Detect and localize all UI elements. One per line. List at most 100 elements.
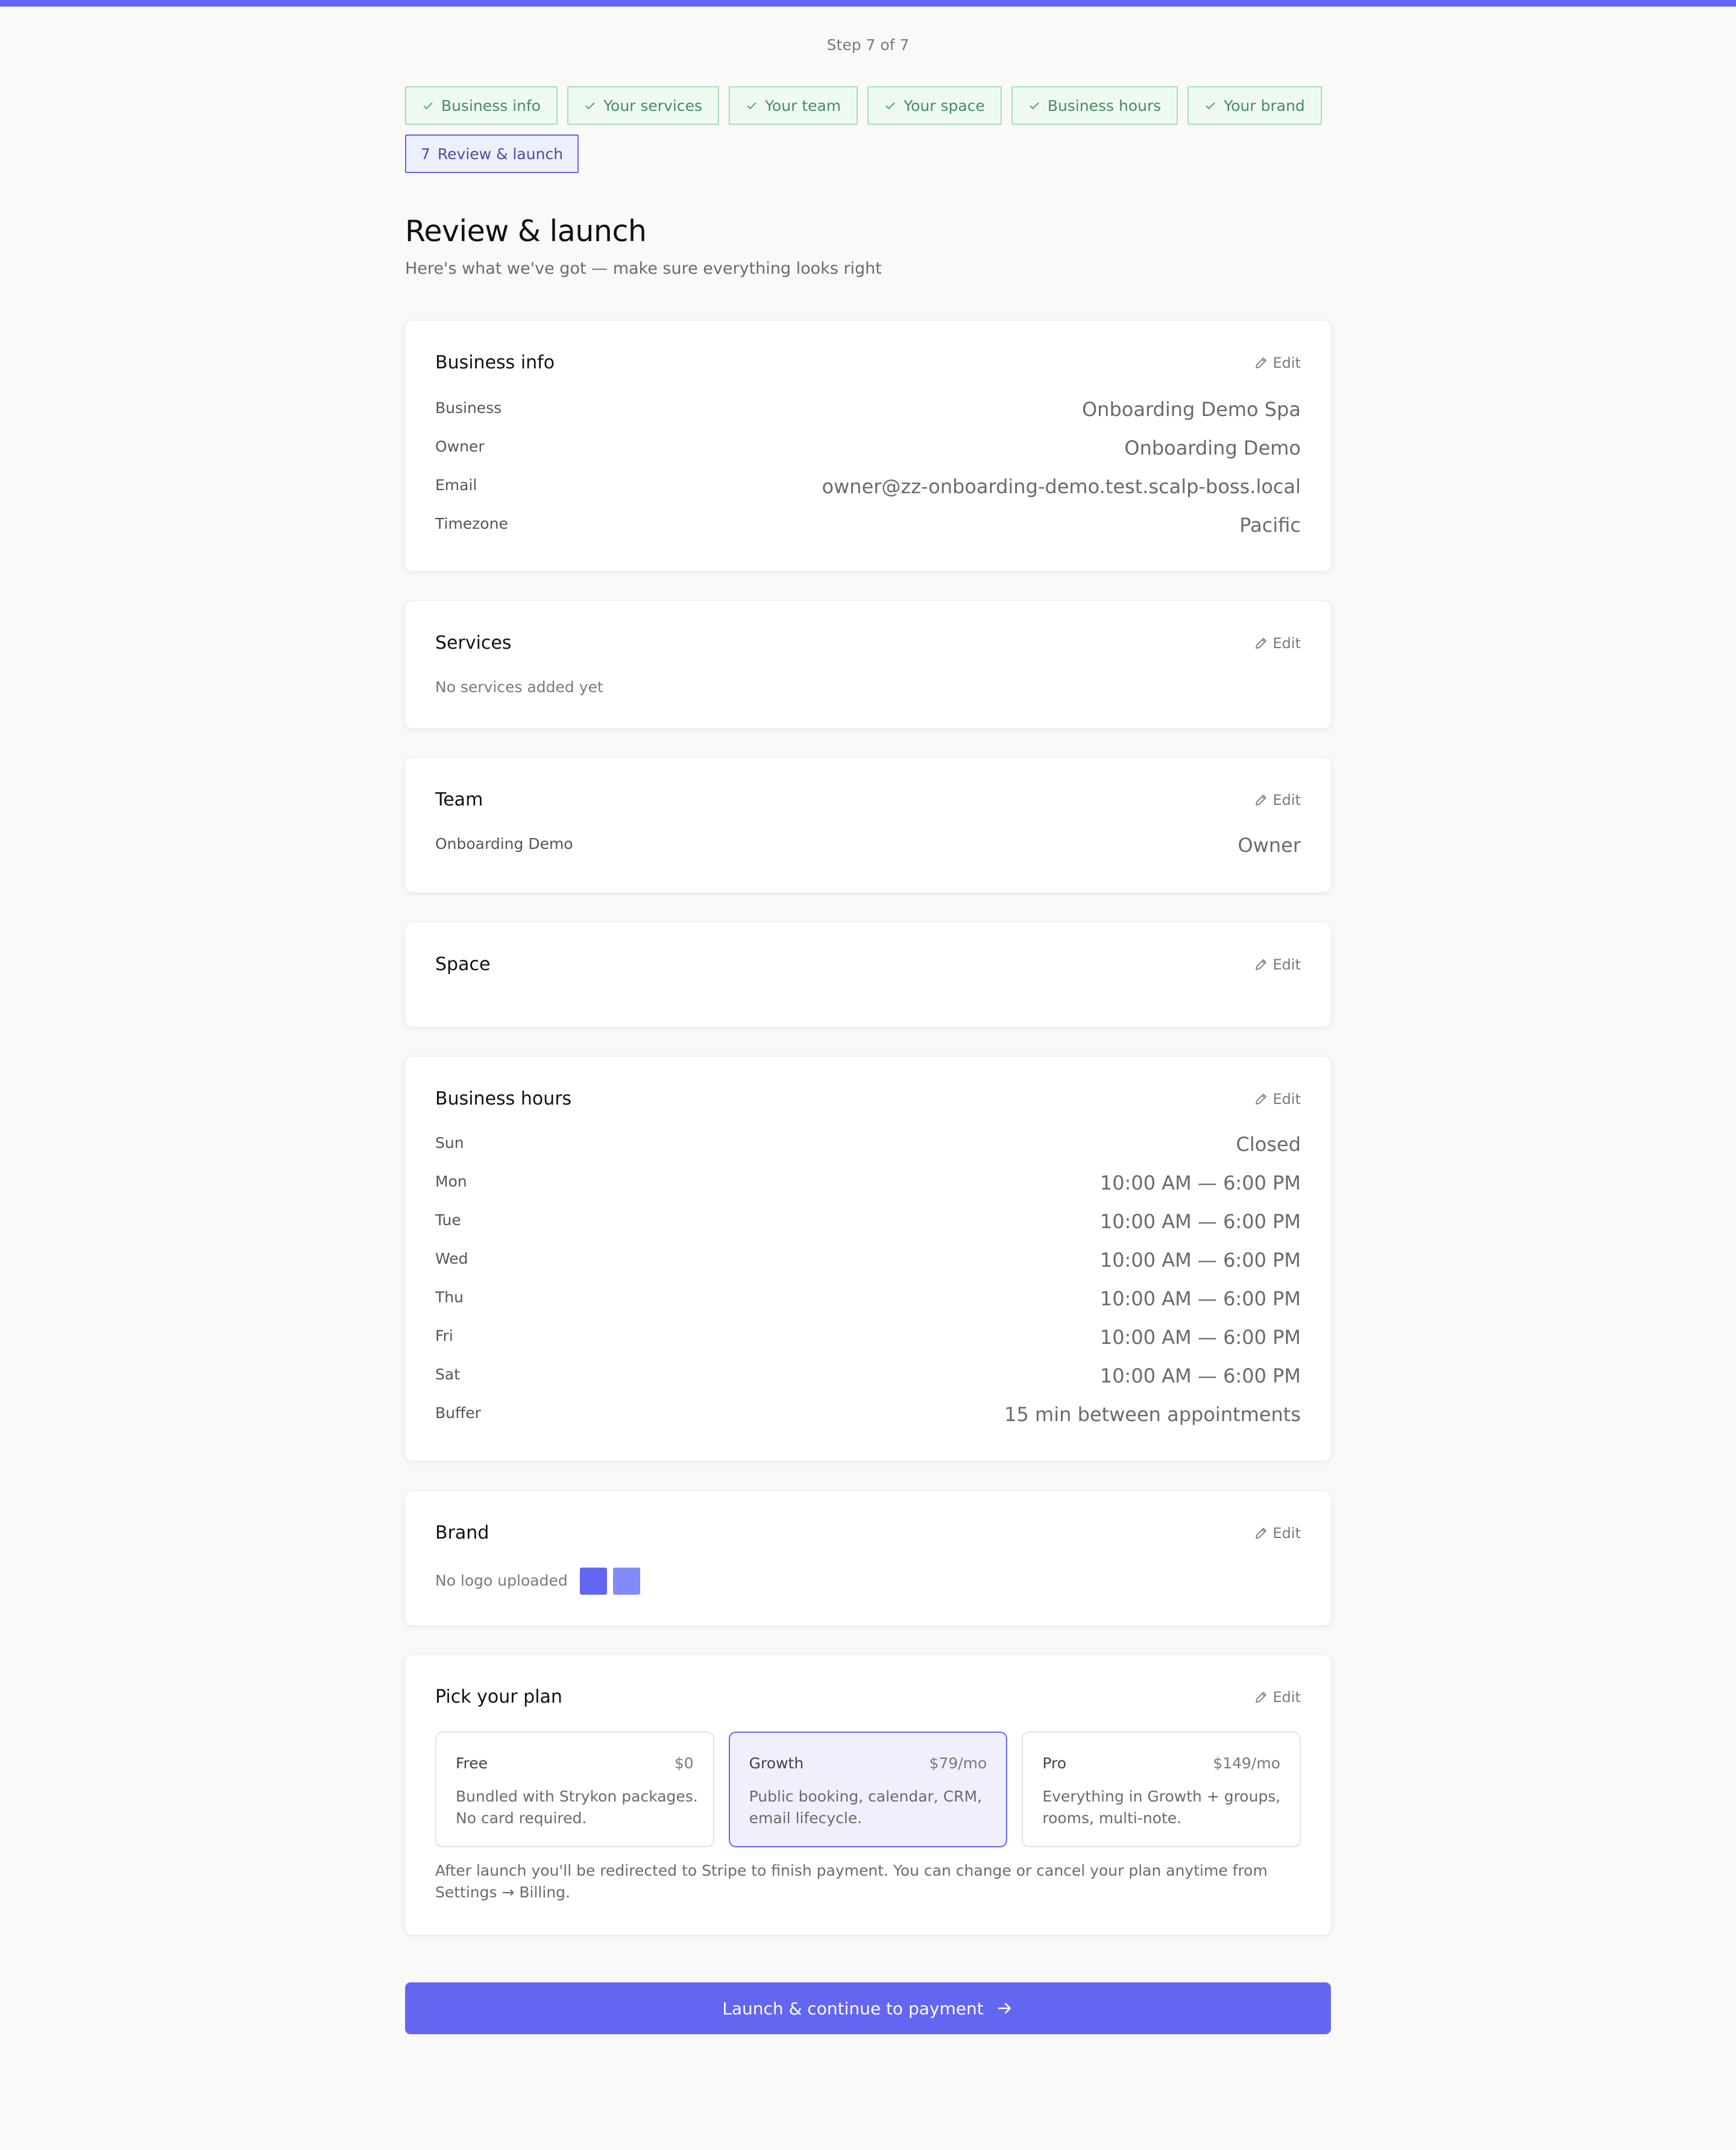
plan-option-free[interactable]: Free $0 Bundled with Strykon packages. N… (435, 1732, 714, 1847)
row-label: Wed (435, 1250, 468, 1267)
card-title: Pick your plan (435, 1686, 562, 1707)
row-label: Business (435, 399, 502, 417)
step-counter: Step 7 of 7 (826, 36, 910, 54)
row-value: 10:00 AM — 6:00 PM (1099, 1249, 1301, 1272)
row-label: Email (435, 476, 477, 494)
edit-label: Edit (1272, 635, 1301, 652)
plan-description: Everything in Growth + groups, rooms, mu… (1042, 1788, 1281, 1827)
services-card: Services Edit No services added yet (405, 601, 1331, 728)
row-value: Onboarding Demo Spa (1081, 398, 1301, 421)
plan-option-growth[interactable]: Growth $79/mo Public booking, calendar, … (728, 1732, 1008, 1847)
step-label: Your services (603, 96, 702, 115)
pencil-icon (1255, 638, 1266, 649)
no-logo-text: No logo uploaded (435, 1572, 568, 1589)
edit-business-hours-button[interactable]: Edit (1254, 1091, 1301, 1108)
edit-label: Edit (1272, 1091, 1301, 1108)
row-value: Onboarding Demo (1124, 437, 1301, 459)
row-label: Buffer (435, 1404, 481, 1422)
row-label: Sun (435, 1134, 464, 1152)
pencil-icon (1255, 1692, 1266, 1703)
step-business-hours[interactable]: Business hours (1011, 86, 1178, 125)
team-member-role: Owner (1238, 834, 1301, 857)
edit-label: Edit (1272, 956, 1301, 973)
pencil-icon (1255, 1094, 1266, 1105)
brand-primary-color-swatch (580, 1568, 607, 1595)
plan-price: $79/mo (929, 1754, 987, 1772)
plan-option-pro[interactable]: Pro $149/mo Everything in Growth + group… (1022, 1732, 1301, 1847)
plan-card: Pick your plan Edit Free $0 Bundled with… (405, 1655, 1331, 1935)
card-title: Business hours (435, 1088, 572, 1109)
row-value: 15 min between appointments (1004, 1403, 1301, 1426)
edit-label: Edit (1272, 1689, 1301, 1706)
plan-price: $149/mo (1213, 1754, 1281, 1772)
business-info-card: Business info Edit Business Onboarding D… (405, 321, 1331, 571)
row-label: Timezone (435, 515, 508, 532)
step-your-services[interactable]: Your services (567, 86, 719, 125)
row-label: Owner (435, 438, 485, 455)
row-value: owner@zz-onboarding-demo.test.scalp-boss… (822, 475, 1301, 498)
plan-note: After launch you'll be redirected to Str… (435, 1862, 1268, 1901)
check-icon (585, 102, 595, 110)
card-title: Team (435, 789, 483, 810)
plan-description: Bundled with Strykon packages. No card r… (456, 1788, 698, 1827)
step-label: Your space (904, 96, 985, 115)
row-value: 10:00 AM — 6:00 PM (1099, 1210, 1301, 1233)
business-hours-card: Business hours Edit Sun Closed Mon 10:00… (405, 1057, 1331, 1461)
pencil-icon (1255, 795, 1266, 805)
row-value: Closed (1236, 1133, 1301, 1156)
edit-business-info-button[interactable]: Edit (1254, 355, 1301, 371)
plan-price: $0 (674, 1754, 694, 1772)
edit-label: Edit (1272, 792, 1301, 809)
edit-brand-button[interactable]: Edit (1254, 1525, 1301, 1542)
brand-card: Brand Edit No logo uploaded (405, 1491, 1331, 1625)
step-label: Business info (441, 96, 541, 115)
arrow-right-icon (998, 2003, 1011, 2014)
edit-label: Edit (1272, 1525, 1301, 1542)
edit-plan-button[interactable]: Edit (1254, 1689, 1301, 1706)
edit-team-button[interactable]: Edit (1254, 792, 1301, 809)
team-card: Team Edit Onboarding Demo Owner (405, 758, 1331, 892)
row-label: Thu (435, 1288, 464, 1306)
check-icon (423, 102, 433, 110)
step-review-launch[interactable]: 7 Review & launch (405, 134, 579, 173)
brand-secondary-color-swatch (613, 1568, 640, 1595)
row-label: Sat (435, 1366, 460, 1383)
check-icon (1206, 102, 1216, 110)
plan-name: Free (456, 1754, 488, 1772)
check-icon (885, 102, 895, 110)
step-number: 7 (421, 145, 430, 163)
launch-continue-payment-button[interactable]: Launch & continue to payment (405, 1982, 1331, 2034)
step-business-info[interactable]: Business info (405, 86, 558, 125)
step-label: Review & launch (437, 145, 564, 163)
services-empty-text: No services added yet (435, 678, 603, 696)
check-icon (1030, 102, 1039, 110)
step-your-space[interactable]: Your space (867, 86, 1002, 125)
row-value: 10:00 AM — 6:00 PM (1099, 1171, 1301, 1194)
progress-bar (0, 0, 1736, 7)
step-your-team[interactable]: Your team (728, 86, 858, 125)
edit-services-button[interactable]: Edit (1254, 635, 1301, 652)
row-value: 10:00 AM — 6:00 PM (1099, 1326, 1301, 1349)
space-card: Space Edit (405, 922, 1331, 1027)
card-title: Services (435, 632, 512, 654)
card-title: Brand (435, 1522, 489, 1543)
pencil-icon (1255, 959, 1266, 970)
plan-options: Free $0 Bundled with Strykon packages. N… (435, 1732, 1301, 1847)
plan-description: Public booking, calendar, CRM, email lif… (749, 1788, 983, 1827)
edit-space-button[interactable]: Edit (1254, 956, 1301, 973)
row-value: 10:00 AM — 6:00 PM (1099, 1287, 1301, 1310)
launch-button-label: Launch & continue to payment (722, 1998, 984, 2019)
card-title: Space (435, 954, 491, 975)
page-title: Review & launch (405, 214, 647, 248)
row-value: Pacific (1239, 514, 1301, 537)
step-label: Your team (764, 96, 841, 115)
row-label: Fri (435, 1327, 453, 1345)
step-label: Business hours (1047, 96, 1162, 115)
card-title: Business info (435, 352, 555, 373)
stepper: Business info Your services Your team Yo… (405, 86, 1331, 173)
step-your-brand[interactable]: Your brand (1187, 86, 1322, 125)
row-value: 10:00 AM — 6:00 PM (1099, 1364, 1301, 1387)
pencil-icon (1255, 358, 1266, 368)
row-label: Tue (435, 1211, 461, 1229)
plan-name: Pro (1042, 1754, 1067, 1772)
